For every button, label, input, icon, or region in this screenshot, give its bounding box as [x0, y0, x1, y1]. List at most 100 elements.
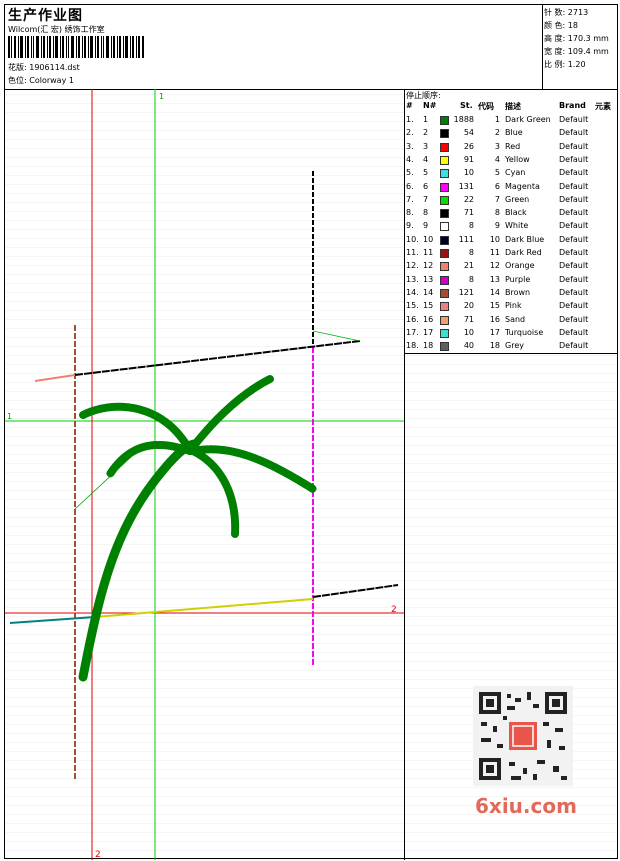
- row-code: 7: [494, 194, 500, 204]
- row-code: 13: [489, 274, 500, 284]
- colorway-value: Colorway 1: [29, 76, 74, 85]
- table-row: 11. 11 8 11 Dark Red Default: [405, 247, 617, 260]
- row-description: Red: [505, 141, 521, 151]
- row-index: 11.: [406, 248, 419, 257]
- row-description: Dark Green: [505, 115, 551, 124]
- row-brand: Default: [559, 301, 589, 311]
- row-needle: 12: [423, 261, 434, 271]
- bottom-rail-right: [312, 584, 399, 598]
- row-needle: 8: [423, 208, 429, 218]
- stop-sequence-table: 停止顺序: # N# St. 代码 描述 Brand 元素 1. 1 1888 1 Da…: [405, 89, 617, 354]
- width-stat: 宽 度: 109.4 mm: [544, 46, 609, 57]
- embroidery-preview: 1 1 2 2: [5, 89, 404, 860]
- row-needle: 18: [423, 341, 434, 351]
- row-index: 14.: [406, 287, 419, 297]
- row-code: 12: [489, 261, 500, 271]
- table-row: 3. 3 26 3 Red Default: [405, 141, 617, 154]
- table-row: 2. 2 54 2 Blue Default: [405, 127, 617, 140]
- row-index: 3.: [406, 141, 414, 151]
- guide-label-bottom: 2: [95, 850, 101, 860]
- row-brand: Default: [559, 194, 589, 204]
- width-label: 宽 度:: [544, 47, 566, 56]
- color-swatch: [440, 195, 449, 205]
- guide-label-left: 1: [7, 412, 12, 421]
- color-swatch: [440, 155, 449, 165]
- row-stitches: 10: [463, 327, 474, 337]
- width-value: 109.4 mm: [567, 47, 609, 56]
- row-brand: Default: [559, 274, 589, 284]
- row-brand: Default: [559, 341, 589, 351]
- bottom-rail-mid: [94, 598, 314, 618]
- color-swatch: [440, 288, 449, 298]
- row-description: Purple: [505, 274, 531, 284]
- col-brand: Brand: [559, 101, 586, 110]
- height-stat: 高 度: 170.3 mm: [544, 33, 609, 44]
- qr-code-icon: [473, 686, 573, 786]
- barcode: [8, 36, 144, 58]
- row-brand: Default: [559, 314, 589, 324]
- row-index: 8.: [406, 208, 414, 218]
- row-index: 1.: [406, 115, 414, 124]
- row-stitches: 8: [468, 221, 474, 231]
- palm-tree: [78, 375, 317, 682]
- color-swatch: [440, 262, 449, 272]
- table-row: 18. 18 40 18 Grey Default: [405, 340, 617, 353]
- row-stitches: 21: [463, 261, 474, 271]
- stitches-label: 针 数:: [544, 8, 566, 17]
- connector: [312, 330, 361, 342]
- row-stitches: 111: [458, 234, 474, 244]
- row-brand: Default: [559, 287, 589, 297]
- row-description: Dark Blue: [505, 234, 545, 244]
- scale-value: 1.20: [567, 60, 586, 69]
- row-index: 10.: [406, 234, 419, 244]
- row-index: 18.: [406, 341, 419, 351]
- row-description: Black: [505, 208, 527, 218]
- row-index: 16.: [406, 314, 419, 324]
- row-code: 10: [489, 234, 500, 244]
- row-needle: 13: [423, 274, 434, 284]
- row-needle: 7: [423, 194, 429, 204]
- row-stitches: 131: [458, 181, 474, 191]
- row-needle: 4: [423, 154, 429, 164]
- color-swatch: [440, 235, 449, 245]
- row-stitches: 1888: [453, 115, 474, 124]
- row-index: 2.: [406, 128, 414, 138]
- row-description: Pink: [505, 301, 522, 311]
- row-code: 15: [489, 301, 500, 311]
- row-index: 5.: [406, 168, 414, 178]
- row-code: 5: [494, 168, 500, 178]
- guide-label-top: 1: [159, 92, 164, 101]
- row-stitches: 40: [463, 341, 474, 351]
- row-code: 3: [494, 141, 500, 151]
- colors-stat: 颜 色: 18: [544, 20, 578, 31]
- height-label: 高 度:: [544, 34, 566, 43]
- table-row: 4. 4 91 4 Yellow Default: [405, 154, 617, 167]
- guide-label-right: 2: [391, 605, 397, 615]
- row-needle: 10: [423, 234, 434, 244]
- row-description: White: [505, 221, 529, 231]
- design-name-line: 花版: 1906114.dst: [8, 62, 80, 73]
- row-brand: Default: [559, 248, 589, 257]
- color-swatch: [440, 209, 449, 219]
- table-row: 1. 1 1888 1 Dark Green Default: [405, 114, 617, 127]
- row-index: 15.: [406, 301, 419, 311]
- row-index: 6.: [406, 181, 414, 191]
- row-stitches: 10: [463, 168, 474, 178]
- row-code: 16: [489, 314, 500, 324]
- color-swatch: [440, 249, 449, 258]
- row-code: 1: [494, 115, 500, 124]
- bottom-rail-left: [9, 616, 96, 624]
- row-stitches: 54: [463, 128, 474, 138]
- row-brand: Default: [559, 221, 589, 231]
- row-brand: Default: [559, 327, 589, 337]
- stats-panel: 针 数: 2713 颜 色: 18 高 度: 170.3 mm 宽 度: 109…: [542, 5, 618, 89]
- watermark-text: 6xiu.com: [475, 794, 577, 818]
- row-code: 18: [489, 341, 500, 351]
- sheet-title: 生产作业图: [8, 8, 83, 24]
- row-index: 4.: [406, 154, 414, 164]
- table-row: 13. 13 8 13 Purple Default: [405, 274, 617, 287]
- row-needle: 14: [423, 287, 434, 297]
- row-stitches: 121: [458, 287, 474, 297]
- color-swatch: [440, 142, 449, 152]
- row-needle: 9: [423, 221, 429, 231]
